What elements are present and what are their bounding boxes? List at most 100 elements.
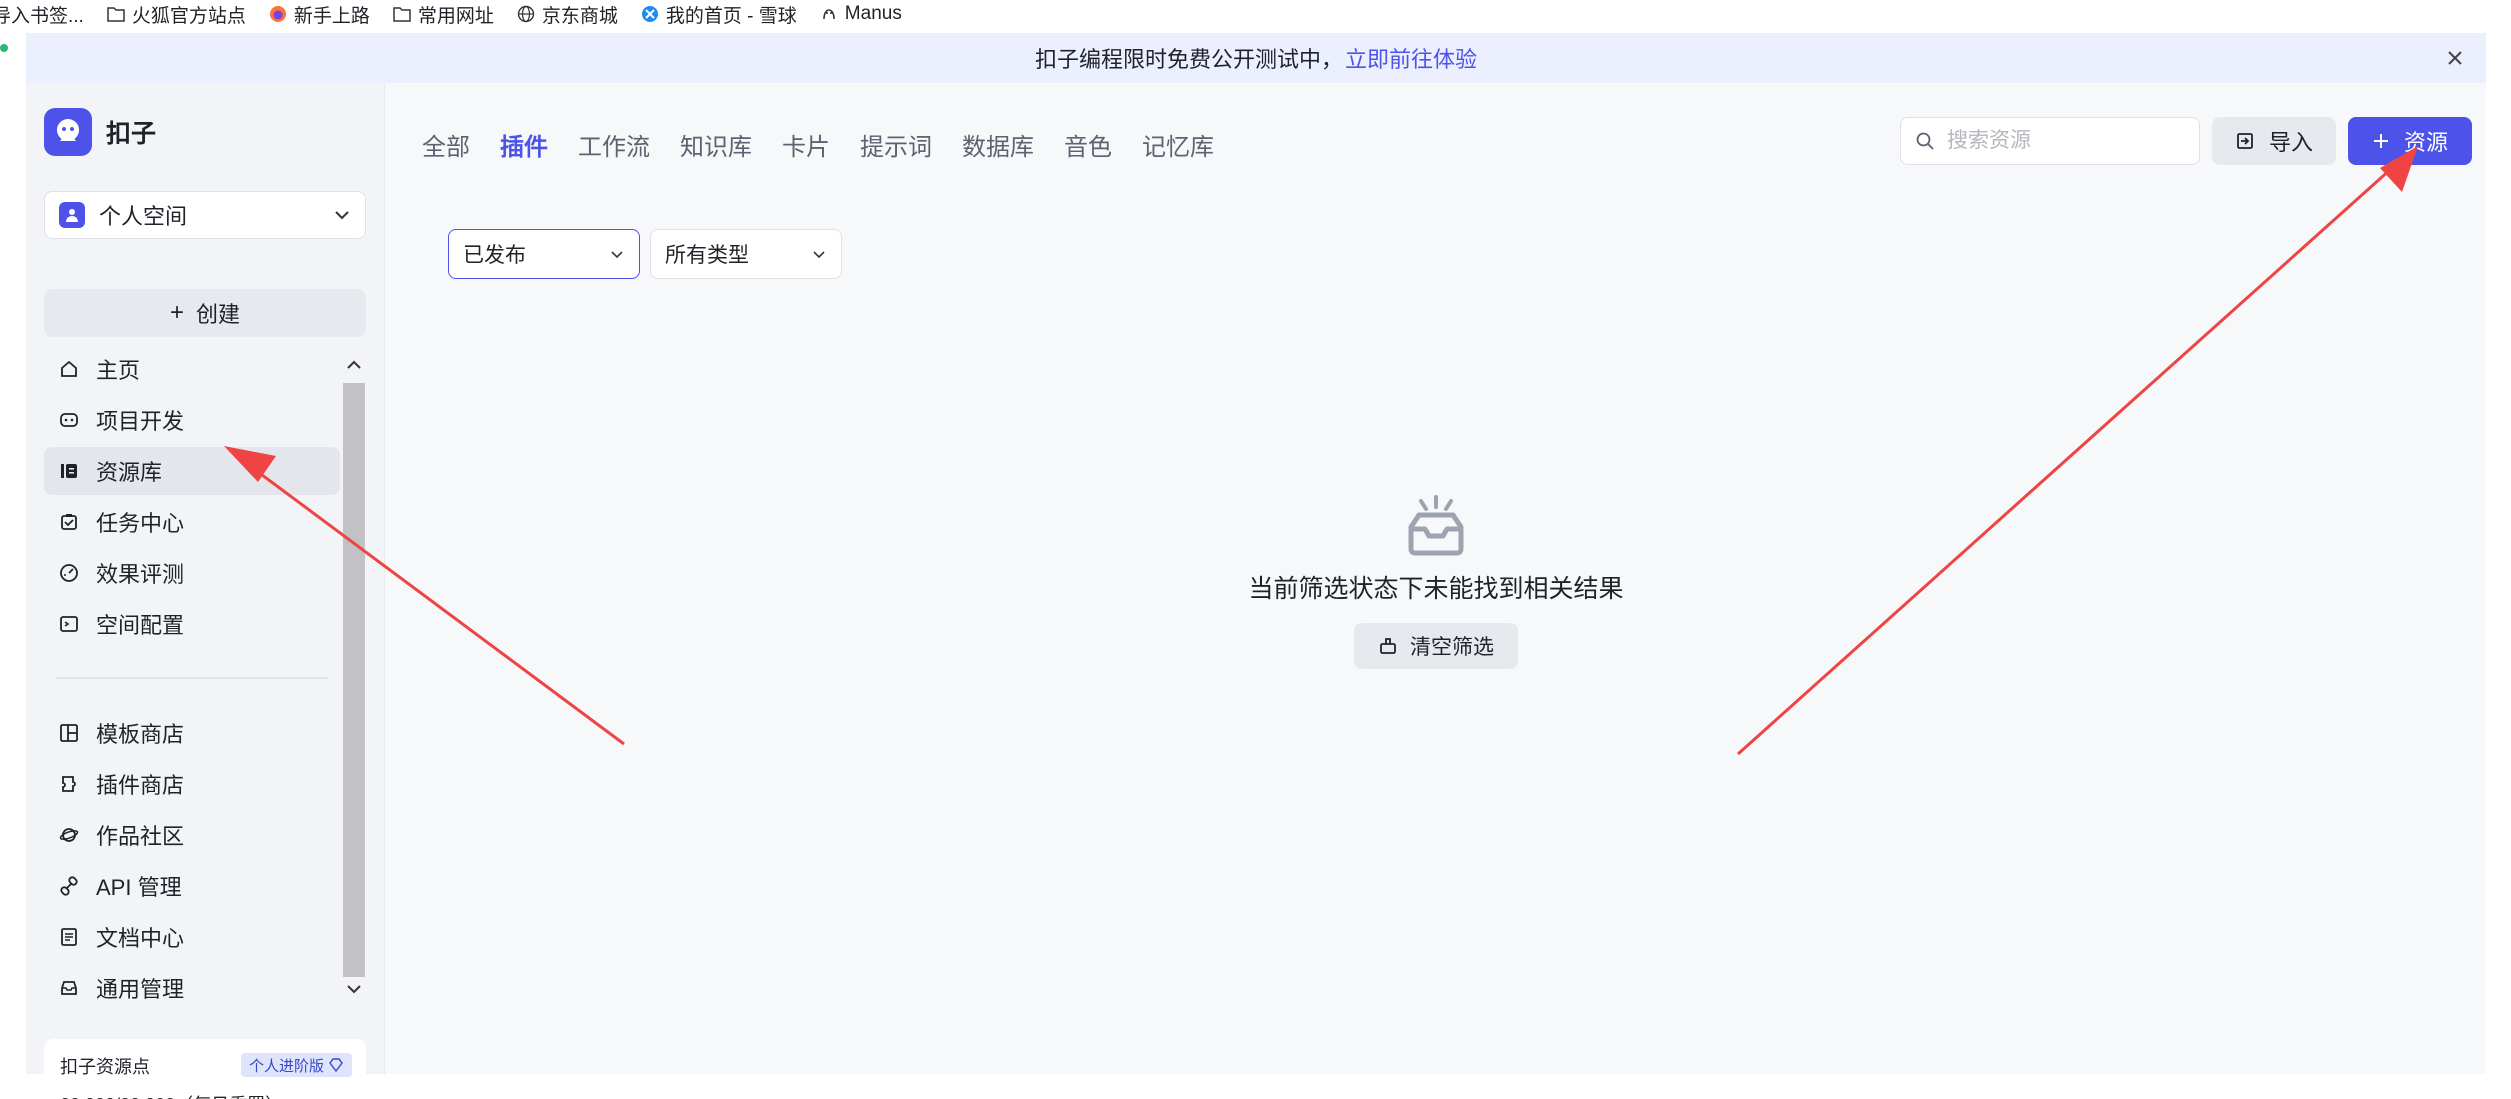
scroll-down-button[interactable]	[342, 977, 366, 1001]
plan-badge-label: 个人进阶版	[248, 1057, 324, 1075]
empty-inbox-icon	[1403, 495, 1469, 557]
bookmark-label: 新手上路	[293, 5, 370, 27]
bookmark-common-sites[interactable]: 常用网址	[392, 1, 494, 28]
bookmark-label: Manus	[844, 3, 902, 24]
sidebar-item-community[interactable]: 作品社区	[44, 811, 340, 859]
sidebar-item-label: 任务中心	[96, 511, 185, 536]
sidebar-item-label: 空间配置	[96, 613, 185, 638]
tab-voices[interactable]: 音色	[1064, 127, 1112, 162]
quota-value: 20,000/20,000（每日重置）	[60, 1091, 350, 1099]
plus-icon: +	[169, 299, 184, 326]
banner-close-button[interactable]	[2440, 43, 2470, 73]
tab-prompts[interactable]: 提示词	[860, 127, 932, 162]
create-button[interactable]: + 创建	[44, 289, 366, 337]
sidebar-item-general-settings[interactable]: 通用管理	[44, 964, 340, 1012]
globe-icon	[516, 4, 536, 24]
chevron-down-icon	[611, 251, 623, 259]
search-box[interactable]	[1900, 117, 2200, 165]
type-filter-value: 所有类型	[665, 244, 749, 267]
plan-badge: 个人进阶版	[240, 1053, 352, 1077]
brand-name: 扣子	[106, 120, 157, 148]
sidebar-item-evaluation[interactable]: 效果评测	[44, 549, 340, 597]
scroll-thumb[interactable]	[343, 383, 365, 977]
bookmark-label: 导入书签...	[0, 5, 84, 27]
status-dot	[0, 44, 8, 52]
bookmark-xueqiu[interactable]: 我的首页 - 雪球	[640, 1, 797, 28]
terminal-icon	[58, 613, 80, 635]
gauge-icon	[58, 562, 80, 584]
status-filter-value: 已发布	[463, 244, 526, 267]
type-filter-select[interactable]: 所有类型	[650, 229, 842, 279]
xueqiu-icon	[640, 4, 660, 24]
space-label: 个人空间	[99, 204, 188, 229]
promo-banner: 扣子编程限时免费公开测试中， 立即前往体验	[26, 33, 2486, 83]
sidebar-item-label: 项目开发	[96, 409, 185, 434]
document-icon	[58, 926, 80, 948]
chevron-down-icon	[813, 251, 825, 259]
bookmark-jd[interactable]: 京东商城	[516, 1, 618, 28]
brand[interactable]: 扣子	[44, 108, 156, 156]
add-resource-button[interactable]: 资源	[2348, 117, 2472, 165]
search-input[interactable]	[1947, 129, 2167, 153]
bookmark-getting-started[interactable]: 新手上路	[268, 1, 370, 28]
create-label: 创建	[196, 302, 241, 327]
bookmark-firefox-official[interactable]: 火狐官方站点	[106, 1, 246, 28]
home-icon	[58, 358, 80, 380]
sidebar-item-docs[interactable]: 文档中心	[44, 913, 340, 961]
import-button[interactable]: 导入	[2212, 117, 2336, 165]
sidebar-divider	[56, 677, 328, 679]
tab-cards[interactable]: 卡片	[782, 127, 830, 162]
task-icon	[58, 511, 80, 533]
clear-filter-label: 清空筛选	[1410, 636, 1494, 659]
clear-filter-button[interactable]: 清空筛选	[1354, 623, 1518, 669]
quota-card[interactable]: 扣子资源点 个人进阶版 20,000/20,000（每日重置）	[44, 1039, 366, 1099]
plus-icon	[2373, 134, 2388, 148]
user-icon	[59, 202, 85, 228]
sidebar-item-plugin-store[interactable]: 插件商店	[44, 760, 340, 808]
banner-link[interactable]: 立即前往体验	[1345, 42, 1477, 74]
sidebar-item-label: 资源库	[96, 460, 163, 485]
chevron-down-icon	[347, 985, 361, 994]
tab-all[interactable]: 全部	[422, 127, 470, 162]
sidebar-item-tasks[interactable]: 任务中心	[44, 498, 340, 546]
bookmark-import[interactable]: 导入书签...	[0, 1, 84, 28]
sidebar-item-label: 作品社区	[96, 824, 185, 849]
bookmark-label: 火狐官方站点	[131, 5, 246, 27]
banner-text: 扣子编程限时免费公开测试中，	[1034, 47, 1343, 72]
sidebar-item-space-config[interactable]: 空间配置	[44, 600, 340, 648]
sidebar-nav: 主页 项目开发 资源库 任务中心 效果评测 空间配置 模板商店 插件商店 作品社…	[44, 345, 340, 1015]
status-filter-select[interactable]: 已发布	[448, 229, 640, 279]
planet-icon	[58, 824, 80, 846]
tab-databases[interactable]: 数据库	[962, 127, 1034, 162]
sidebar-item-label: 效果评测	[96, 562, 185, 587]
sidebar-item-home[interactable]: 主页	[44, 345, 340, 393]
chevron-down-icon	[335, 211, 349, 220]
tab-workflows[interactable]: 工作流	[578, 127, 650, 162]
sidebar-item-label: 模板商店	[96, 722, 185, 747]
sidebar-item-label: 插件商店	[96, 773, 185, 798]
space-selector[interactable]: 个人空间	[44, 191, 366, 239]
sidebar-item-library[interactable]: 资源库	[44, 447, 340, 495]
tab-plugins[interactable]: 插件	[500, 127, 548, 162]
bookmark-manus[interactable]: Manus	[819, 3, 902, 25]
sidebar: 扣子 个人空间 + 创建 主页 项目开发 资源库 任务中心 效果评测 空间配置 …	[26, 83, 385, 1099]
close-icon	[2448, 51, 2462, 65]
scroll-up-button[interactable]	[342, 353, 366, 377]
bookmark-label: 京东商城	[541, 5, 618, 27]
bookmarks-bar: 导入书签... 火狐官方站点 新手上路 常用网址 京东商城 我的首页 - 雪球	[0, 0, 2511, 28]
resource-tabs: 全部 插件 工作流 知识库 卡片 提示词 数据库 音色 记忆库	[422, 127, 1214, 162]
sidebar-item-template-store[interactable]: 模板商店	[44, 709, 340, 757]
sidebar-item-api[interactable]: API 管理	[44, 862, 340, 910]
import-label: 导入	[2268, 130, 2313, 155]
app-window: 扣子编程限时免费公开测试中， 立即前往体验 扣子 个人空间 + 创建 主页 项目…	[26, 33, 2486, 1099]
tab-knowledge[interactable]: 知识库	[680, 127, 752, 162]
sidebar-item-label: API 管理	[96, 875, 182, 900]
robot-icon	[58, 409, 80, 431]
coze-logo-icon	[44, 108, 92, 156]
tab-memory[interactable]: 记忆库	[1142, 127, 1214, 162]
bookmark-label: 我的首页 - 雪球	[665, 5, 797, 27]
sidebar-scrollbar[interactable]	[342, 353, 366, 1018]
plugin-icon	[58, 773, 80, 795]
manus-icon	[819, 4, 839, 24]
sidebar-item-projects[interactable]: 项目开发	[44, 396, 340, 444]
